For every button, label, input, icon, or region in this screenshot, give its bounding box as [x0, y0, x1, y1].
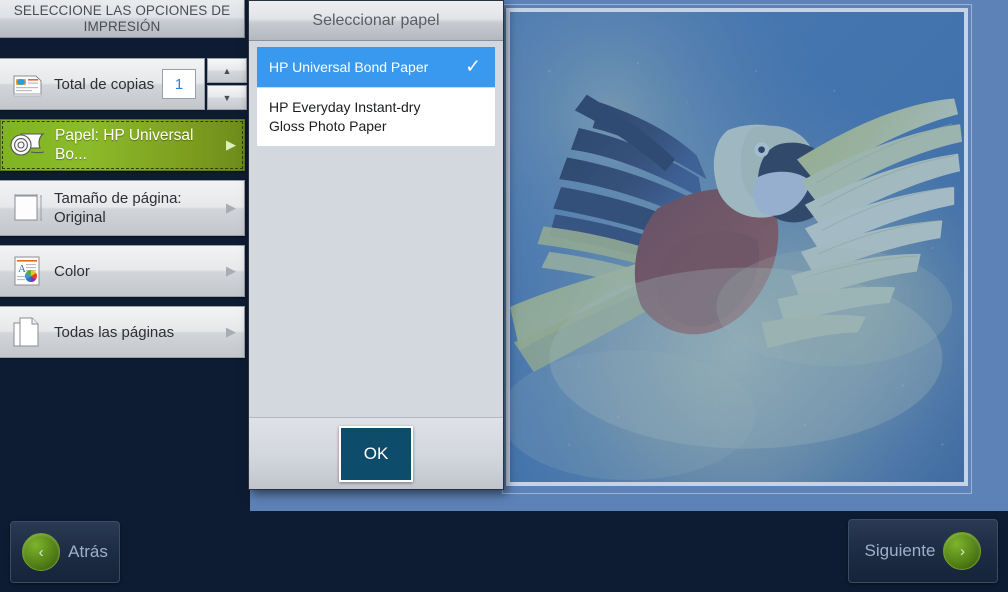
- page-size-icon: [6, 188, 50, 228]
- color-label: Color: [54, 262, 90, 280]
- all-pages-label: Todas las páginas: [54, 323, 175, 341]
- option-row-color[interactable]: A Color ▶: [0, 245, 245, 297]
- chevron-right-icon: ▶: [226, 137, 236, 152]
- print-options-screen: SELECCIONE LAS OPCIONES DE IMPRESIÓN Tot…: [0, 0, 1008, 592]
- list-item[interactable]: HP Everyday Instant-dry Gloss Photo Pape…: [257, 87, 495, 146]
- next-button-label: Siguiente: [864, 541, 936, 560]
- bottom-bar: ‹ Atrás Tamaño original: 850,90 x 603,96…: [0, 511, 1008, 592]
- back-glyph: ‹: [38, 543, 44, 561]
- chevron-up-icon: ▲: [222, 65, 232, 76]
- option-row-page-size[interactable]: Tamaño de página: Original ▶: [0, 180, 245, 236]
- back-button-label: Atrás: [68, 542, 108, 561]
- dialog-title: Seleccionar papel: [312, 11, 440, 29]
- copies-input[interactable]: 1: [162, 69, 196, 99]
- copies-label: Total de copias: [54, 75, 155, 93]
- chevron-right-icon: ▶: [226, 263, 236, 278]
- print-options-sidebar: SELECCIONE LAS OPCIONES DE IMPRESIÓN Tot…: [0, 0, 247, 511]
- page-title: SELECCIONE LAS OPCIONES DE IMPRESIÓN: [0, 0, 245, 38]
- copies-value: 1: [174, 75, 184, 93]
- option-row-paper[interactable]: Papel: HP Universal Bo... ▶: [0, 119, 245, 171]
- chevron-right-icon: ▶: [226, 200, 236, 215]
- option-row-copies[interactable]: Total de copias 1: [0, 58, 205, 110]
- list-item[interactable]: HP Universal Bond Paper ✓: [257, 47, 495, 87]
- page-size-label: Tamaño de página: Original: [54, 190, 182, 226]
- chevron-right-icon: ▶: [226, 324, 236, 339]
- paper-roll-icon: [7, 125, 51, 165]
- paper-list: HP Universal Bond Paper ✓ HP Everyday In…: [257, 47, 495, 415]
- dialog-footer: OK: [249, 417, 503, 489]
- color-wheel-document-icon: A: [6, 251, 50, 291]
- copies-icon: [6, 64, 50, 104]
- ok-button[interactable]: OK: [339, 425, 413, 482]
- back-button[interactable]: ‹ Atrás: [10, 521, 120, 583]
- svg-text:A: A: [18, 263, 26, 275]
- page-title-text: SELECCIONE LAS OPCIONES DE IMPRESIÓN: [13, 2, 231, 34]
- copies-decrement-button[interactable]: ▼: [207, 85, 247, 110]
- chevron-down-icon: ▼: [222, 92, 232, 103]
- check-icon: ✓: [465, 56, 481, 78]
- preview-page-frame[interactable]: [506, 8, 968, 486]
- copies-stepper: ▲ ▼: [207, 58, 247, 110]
- option-row-all-pages[interactable]: Todas las páginas ▶: [0, 306, 245, 358]
- dialog-title-bar: Seleccionar papel: [249, 1, 503, 41]
- chevron-left-icon: ‹: [22, 533, 61, 571]
- ok-button-label: OK: [363, 443, 389, 463]
- paper-label: Papel: HP Universal Bo...: [55, 127, 194, 163]
- paper-option-label: HP Universal Bond Paper: [269, 58, 429, 75]
- chevron-right-icon: ›: [943, 532, 982, 570]
- select-paper-dialog: Seleccionar papel HP Universal Bond Pape…: [248, 0, 504, 490]
- next-button[interactable]: Siguiente ›: [848, 519, 998, 583]
- parrot-photo: [510, 12, 964, 482]
- paper-option-label: HP Everyday Instant-dry Gloss Photo Pape…: [269, 99, 421, 134]
- pages-stack-icon: [6, 312, 50, 352]
- copies-increment-button[interactable]: ▲: [207, 58, 247, 83]
- next-glyph: ›: [959, 542, 965, 560]
